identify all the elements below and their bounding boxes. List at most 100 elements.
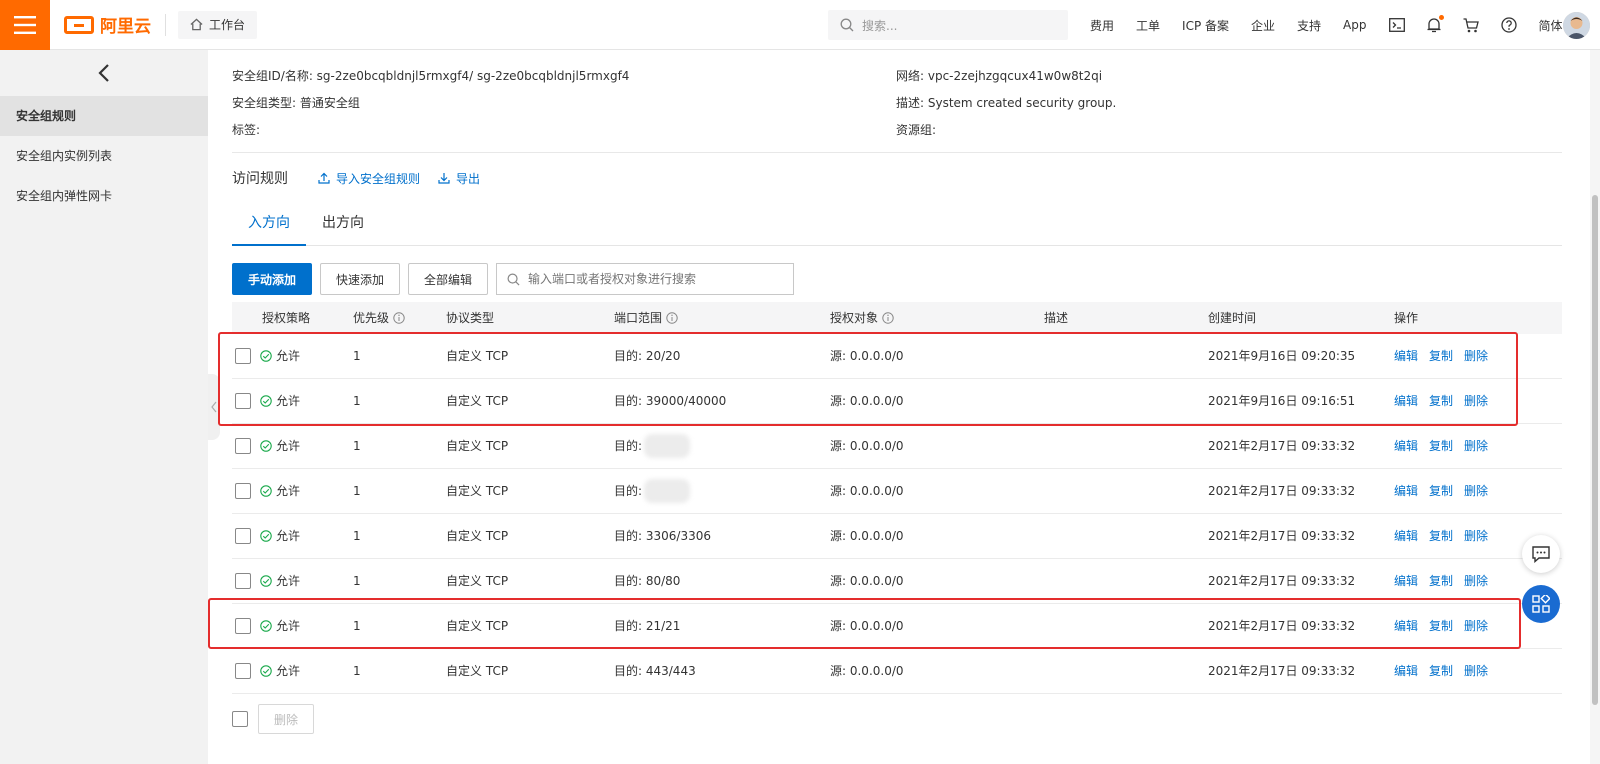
ops-cell: 编辑 复制 删除 bbox=[1394, 424, 1499, 468]
rule-search-box[interactable] bbox=[496, 263, 795, 295]
scrollbar-thumb[interactable] bbox=[1592, 195, 1598, 705]
edit-link[interactable]: 编辑 bbox=[1394, 379, 1418, 423]
help-button[interactable] bbox=[1500, 17, 1517, 33]
row-checkbox[interactable] bbox=[235, 348, 251, 364]
sidebar: 安全组规则 安全组内实例列表 安全组内弹性网卡 bbox=[0, 50, 208, 764]
select-all-checkbox[interactable] bbox=[232, 711, 248, 727]
nav-enterprise[interactable]: 企业 bbox=[1251, 17, 1275, 34]
edit-link[interactable]: 编辑 bbox=[1394, 604, 1418, 648]
page-scrollbar[interactable] bbox=[1590, 50, 1600, 764]
chat-icon bbox=[1532, 545, 1550, 563]
sidebar-item-security-rules[interactable]: 安全组规则 bbox=[0, 96, 208, 136]
edit-all-button[interactable]: 全部编辑 bbox=[408, 263, 489, 295]
table-row: 允许 1 自定义 TCP 目的: 源: 0.0.0.0/0 2021年2月17日 09:3… bbox=[232, 469, 1562, 514]
export-button[interactable]: 导出 bbox=[438, 170, 480, 187]
row-checkbox[interactable] bbox=[235, 573, 251, 589]
protocol-cell: 自定义 TCP bbox=[446, 664, 509, 678]
rule-search-input[interactable] bbox=[528, 272, 779, 286]
tab-inbound[interactable]: 入方向 bbox=[232, 208, 306, 246]
rules-table: 授权策略 优先级 协议类型 端口范围 授权对象 描述 创建时间 操作 允许 1 自定… bbox=[232, 302, 1562, 694]
app-grid-button[interactable] bbox=[1522, 585, 1560, 623]
edit-link[interactable]: 编辑 bbox=[1394, 649, 1418, 693]
copy-link[interactable]: 复制 bbox=[1429, 424, 1453, 468]
delete-link[interactable]: 删除 bbox=[1464, 424, 1488, 468]
delete-link[interactable]: 删除 bbox=[1464, 604, 1488, 648]
import-rules-button[interactable]: 导入安全组规则 bbox=[318, 170, 420, 187]
sidebar-item-eni[interactable]: 安全组内弹性网卡 bbox=[0, 176, 208, 216]
row-checkbox[interactable] bbox=[235, 483, 251, 499]
edit-link[interactable]: 编辑 bbox=[1394, 334, 1418, 378]
user-avatar[interactable] bbox=[1563, 12, 1590, 39]
sidebar-collapse-handle[interactable] bbox=[208, 374, 220, 440]
notification-button[interactable] bbox=[1427, 15, 1444, 33]
security-group-id: 安全组ID/名称: sg-2ze0bcqbldnjl5rmxgf4/ sg-2z… bbox=[232, 69, 630, 83]
policy-label: 允许 bbox=[276, 484, 301, 498]
cart-button[interactable] bbox=[1463, 17, 1479, 33]
created-cell: 2021年2月17日 09:33:32 bbox=[1208, 439, 1356, 453]
edit-link[interactable]: 编辑 bbox=[1394, 559, 1418, 603]
table-footer: 删除 bbox=[232, 704, 322, 734]
header-port: 端口范围 bbox=[614, 302, 678, 334]
port-label: 目的: 20/20 bbox=[614, 349, 681, 363]
terminal-button[interactable] bbox=[1388, 18, 1405, 32]
quick-add-button[interactable]: 快速添加 bbox=[320, 263, 401, 295]
nav-icp[interactable]: ICP 备案 bbox=[1182, 17, 1229, 34]
language-switch[interactable]: 简体 bbox=[1539, 17, 1563, 34]
delete-link[interactable]: 删除 bbox=[1464, 469, 1488, 513]
edit-link[interactable]: 编辑 bbox=[1394, 514, 1418, 558]
port-label: 目的: bbox=[614, 439, 643, 453]
check-circle-icon bbox=[260, 665, 272, 677]
menu-button[interactable] bbox=[0, 0, 50, 50]
sidebar-item-instances[interactable]: 安全组内实例列表 bbox=[0, 136, 208, 176]
row-checkbox[interactable] bbox=[235, 663, 251, 679]
row-checkbox[interactable] bbox=[235, 393, 251, 409]
edit-link[interactable]: 编辑 bbox=[1394, 469, 1418, 513]
security-group-resource-group: 资源组: bbox=[896, 123, 937, 137]
copy-link[interactable]: 复制 bbox=[1429, 649, 1453, 693]
batch-delete-button[interactable]: 删除 bbox=[258, 704, 315, 734]
copy-link[interactable]: 复制 bbox=[1429, 469, 1453, 513]
row-checkbox[interactable] bbox=[235, 618, 251, 634]
redacted-port bbox=[644, 434, 691, 458]
created-cell: 2021年9月16日 09:20:35 bbox=[1208, 349, 1356, 363]
port-label: 目的: 80/80 bbox=[614, 574, 681, 588]
aliyun-logo[interactable]: 阿里云 bbox=[64, 12, 151, 37]
nav-app[interactable]: App bbox=[1343, 18, 1366, 32]
terminal-icon bbox=[1388, 18, 1405, 32]
tab-outbound[interactable]: 出方向 bbox=[306, 208, 380, 246]
port-label: 目的: 443/443 bbox=[614, 664, 696, 678]
hamburger-icon bbox=[14, 15, 36, 34]
header-created: 创建时间 bbox=[1208, 311, 1257, 325]
copy-link[interactable]: 复制 bbox=[1429, 559, 1453, 603]
nav-billing[interactable]: 费用 bbox=[1090, 17, 1114, 34]
copy-link[interactable]: 复制 bbox=[1429, 514, 1453, 558]
port-cell: 目的: 21/21 bbox=[614, 604, 680, 648]
info-icon[interactable] bbox=[882, 312, 894, 324]
manual-add-button[interactable]: 手动添加 bbox=[232, 263, 313, 295]
protocol-cell: 自定义 TCP bbox=[446, 574, 509, 588]
top-nav: 费用 工单 ICP 备案 企业 支持 App 简体 bbox=[1090, 0, 1585, 50]
delete-link[interactable]: 删除 bbox=[1464, 559, 1488, 603]
delete-link[interactable]: 删除 bbox=[1464, 514, 1488, 558]
global-search-input[interactable]: 搜索... bbox=[828, 10, 1068, 40]
nav-ticket[interactable]: 工单 bbox=[1136, 17, 1160, 34]
row-checkbox[interactable] bbox=[235, 438, 251, 454]
info-icon[interactable] bbox=[393, 312, 405, 324]
copy-link[interactable]: 复制 bbox=[1429, 379, 1453, 423]
feedback-button[interactable] bbox=[1522, 535, 1560, 573]
info-icon[interactable] bbox=[666, 312, 678, 324]
back-button[interactable] bbox=[0, 50, 208, 96]
edit-link[interactable]: 编辑 bbox=[1394, 424, 1418, 468]
workbench-button[interactable]: 工作台 bbox=[178, 10, 258, 39]
delete-link[interactable]: 删除 bbox=[1464, 379, 1488, 423]
delete-link[interactable]: 删除 bbox=[1464, 649, 1488, 693]
nav-support[interactable]: 支持 bbox=[1297, 17, 1321, 34]
row-checkbox[interactable] bbox=[235, 528, 251, 544]
created-cell: 2021年2月17日 09:33:32 bbox=[1208, 529, 1356, 543]
header-port-label: 端口范围 bbox=[614, 311, 663, 325]
copy-link[interactable]: 复制 bbox=[1429, 334, 1453, 378]
check-circle-icon bbox=[260, 530, 272, 542]
copy-link[interactable]: 复制 bbox=[1429, 604, 1453, 648]
delete-link[interactable]: 删除 bbox=[1464, 334, 1488, 378]
policy-label: 允许 bbox=[276, 574, 301, 588]
